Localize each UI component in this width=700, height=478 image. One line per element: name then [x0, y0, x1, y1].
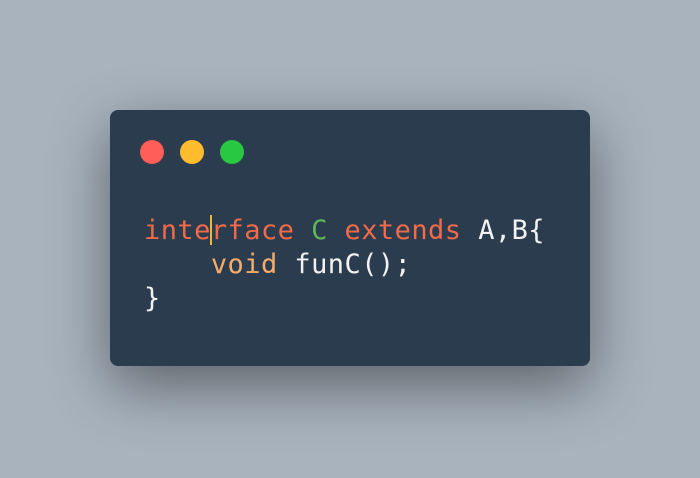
- code-line-2: void funC();: [144, 249, 411, 280]
- code-text: funC();: [294, 249, 412, 280]
- keyword: inte: [144, 215, 211, 246]
- code-window: interface C extends A,B{ void funC(); }: [110, 110, 590, 366]
- close-window-button[interactable]: [140, 140, 164, 164]
- maximize-window-button[interactable]: [220, 140, 244, 164]
- keyword: rface: [210, 215, 295, 246]
- code-text: A,B{: [478, 215, 546, 246]
- code-editor[interactable]: interface C extends A,B{ void funC(); }: [144, 214, 545, 316]
- type-keyword: void: [210, 249, 278, 280]
- minimize-window-button[interactable]: [180, 140, 204, 164]
- class-name: C: [311, 215, 328, 246]
- keyword: extends: [344, 215, 462, 246]
- code-line-1: interface C extends A,B{: [144, 215, 545, 246]
- code-line-3: }: [144, 283, 161, 314]
